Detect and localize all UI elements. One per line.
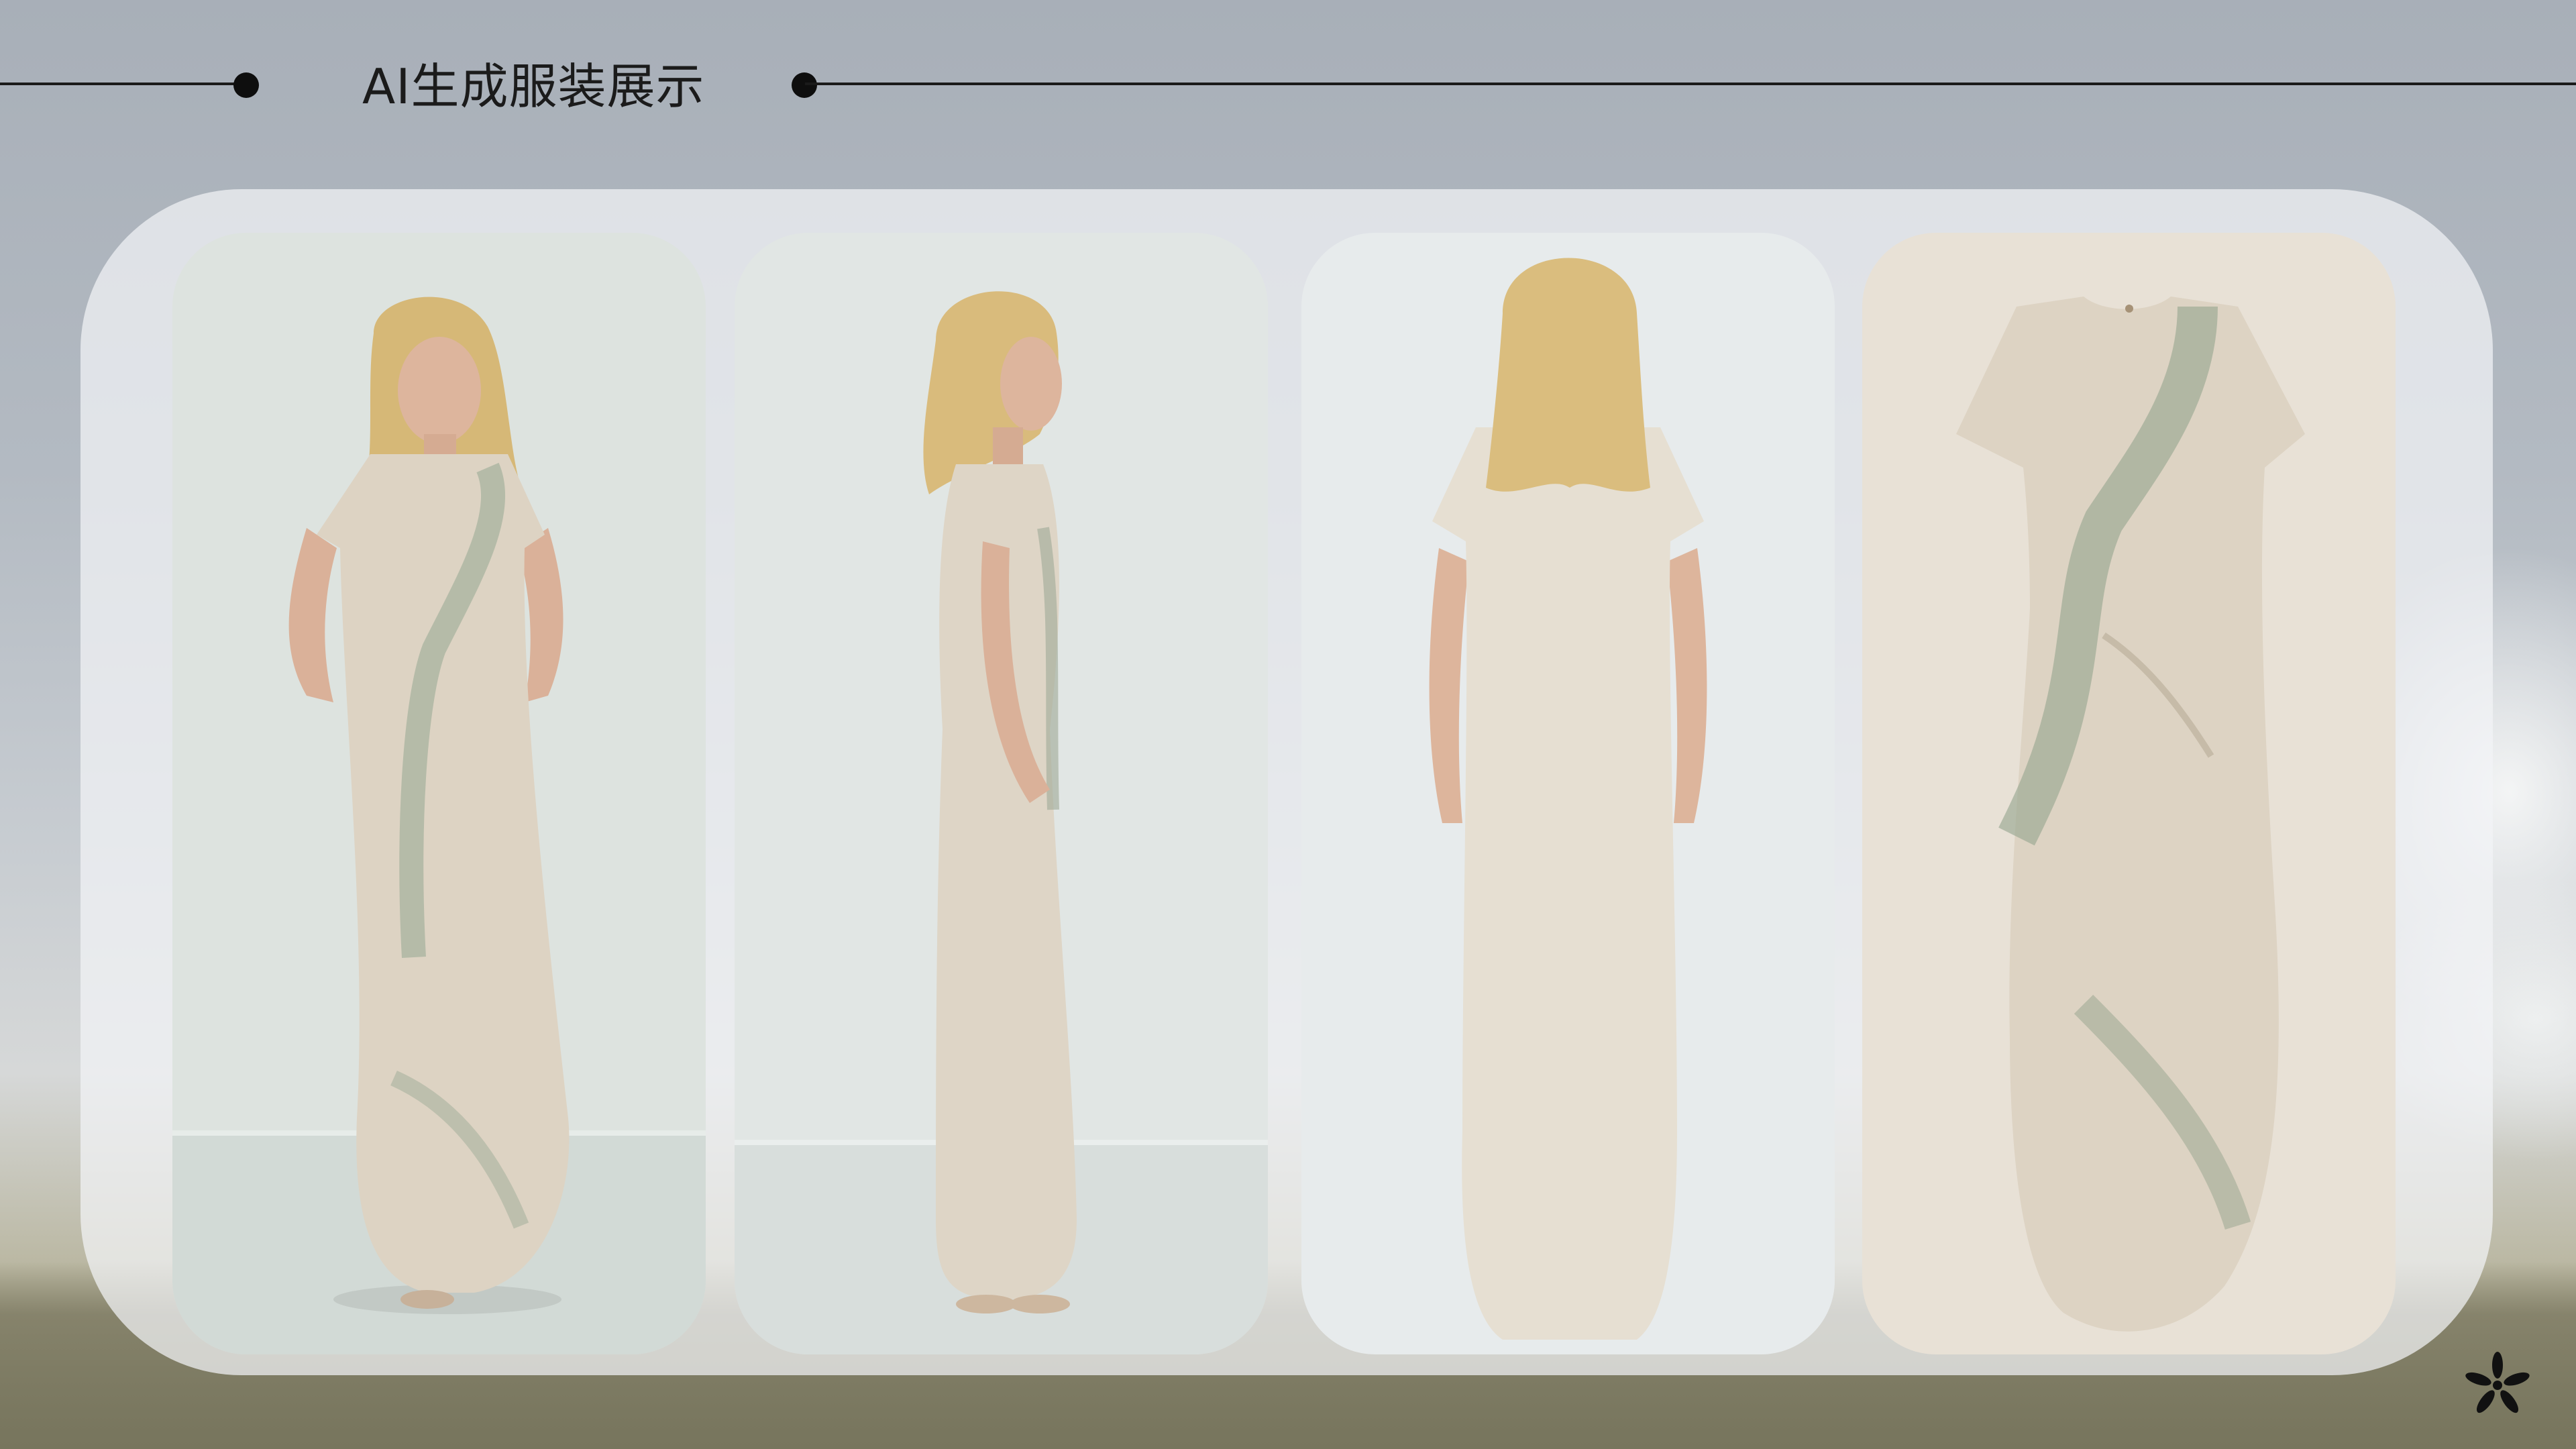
- dress-back-image: [1301, 233, 1835, 1354]
- page-title: AI生成服装展示: [362, 58, 705, 115]
- dress-side-image: [735, 233, 1268, 1354]
- image-card-side-view[interactable]: [735, 233, 1268, 1354]
- header-rule-right: [805, 83, 2576, 85]
- dress-front-image: [172, 233, 706, 1354]
- asterisk-flower-icon: [2461, 1348, 2534, 1422]
- header-dot-right: [792, 72, 817, 98]
- image-card-back-view[interactable]: [1301, 233, 1835, 1354]
- image-card-flat-lay[interactable]: [1862, 233, 2396, 1354]
- dress-flat-lay-image: [1862, 233, 2396, 1354]
- header-dot-left: [233, 72, 259, 98]
- image-card-front-view[interactable]: [172, 233, 706, 1354]
- header-rule-left: [0, 83, 247, 85]
